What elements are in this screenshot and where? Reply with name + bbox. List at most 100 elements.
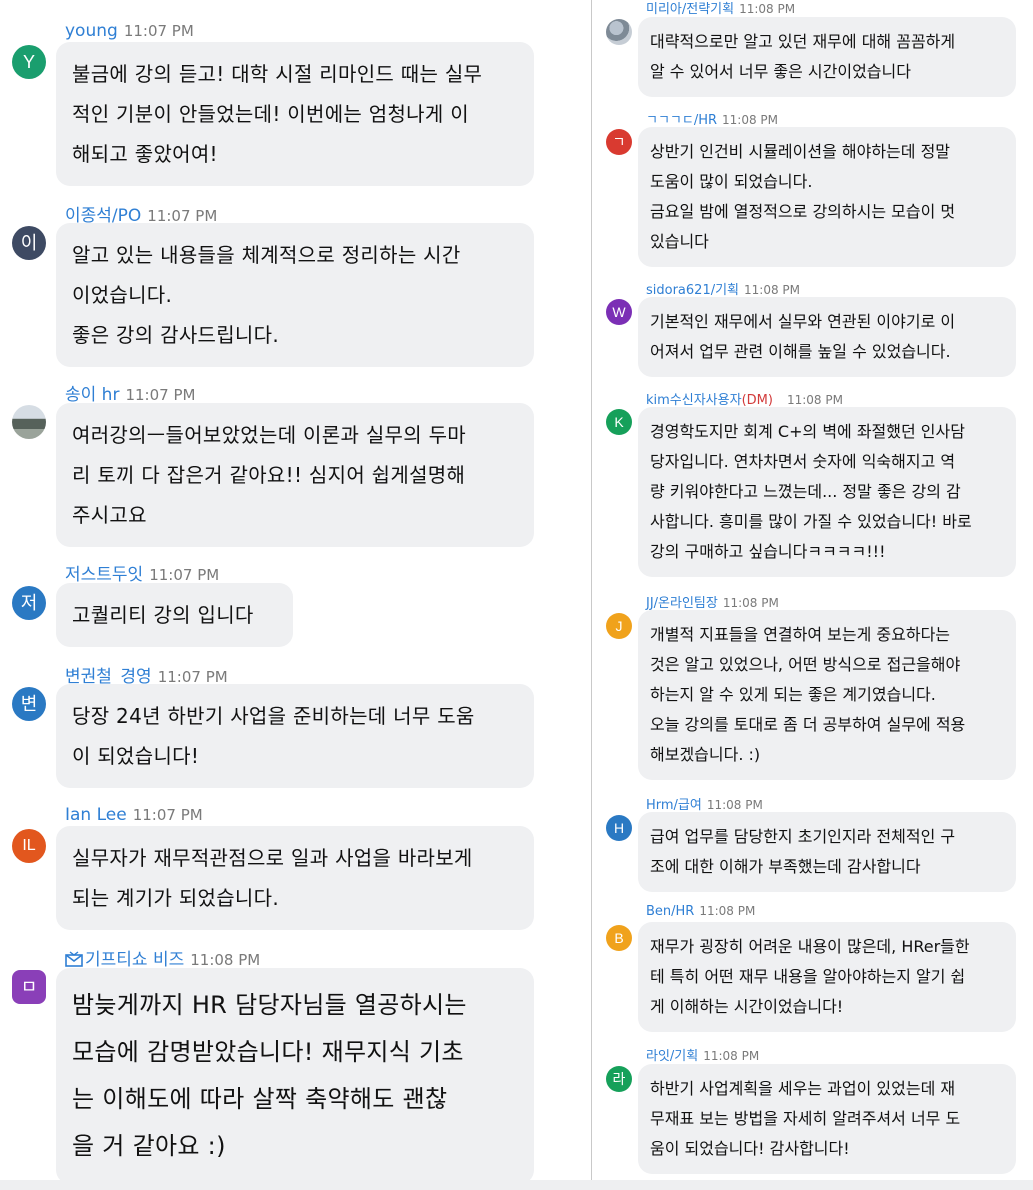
message-header: ㄱㄱㄱㄷ/HR 11:08 PM xyxy=(646,109,778,128)
message-time: 11:08 PM xyxy=(722,596,779,610)
message-bubble: 고퀄리티 강의 입니다 xyxy=(56,583,293,647)
message-bubble: 상반기 인건비 시뮬레이션을 해야하는데 정말 도움이 많이 되었습니다. 금요… xyxy=(638,127,1016,267)
message-time: 11:07 PM xyxy=(149,566,220,584)
user-avatar-photo[interactable] xyxy=(12,405,46,439)
message-header: kim수신자사용자(DM) 11:08 PM xyxy=(646,389,843,408)
message-line: 리 토끼 다 잡은거 같아요!! 심지어 쉽게설명해 xyxy=(72,463,466,487)
message-line: 되는 계기가 되었습니다. xyxy=(72,886,279,910)
message-line: 개별적 지표들을 연결하여 보는게 중요하다는 xyxy=(650,625,951,644)
message-line: 조에 대한 이해가 부족했는데 감사합니다 xyxy=(650,857,921,876)
message-line: 당자입니다. 연차차면서 숫자에 익숙해지고 역 xyxy=(650,452,956,471)
message-bubble: 여러강의ㅡ들어보았었는데 이론과 실무의 두마 리 토끼 다 잡은거 같아요!!… xyxy=(56,403,534,547)
message-line: 어져서 업무 관련 이해를 높일 수 있었습니다. xyxy=(650,342,951,361)
message-time: 11:08 PM xyxy=(190,951,261,969)
message-line: 것은 알고 있었으나, 어떤 방식으로 접근을해야 xyxy=(650,655,961,674)
message-line: 급여 업무를 담당한지 초기인지라 전체적인 구 xyxy=(650,827,956,846)
message-header: Ben/HR 11:08 PM xyxy=(646,904,755,919)
message-line: 경영학도지만 회계 C+의 벽에 좌절했던 인사담 xyxy=(650,422,965,441)
user-avatar[interactable]: 저 xyxy=(12,586,46,620)
message-bubble: 기본적인 재무에서 실무와 연관된 이야기로 이 어져서 업무 관련 이해를 높… xyxy=(638,297,1016,377)
message-line: 좋은 강의 감사드립니다. xyxy=(72,323,279,347)
message-line: 하는지 알 수 있게 되는 좋은 계기였습니다. xyxy=(650,685,936,704)
message-line: 여러강의ㅡ들어보았었는데 이론과 실무의 두마 xyxy=(72,423,466,447)
message-header: 기프티쇼 비즈 11:08 PM xyxy=(65,945,260,970)
chat-column-left: Y young 11:07 PM 불금에 강의 듣고! 대학 시절 리마인드 때는… xyxy=(0,0,590,1190)
message-line: 을 거 같아요 :) xyxy=(72,1132,226,1160)
message-time: 11:08 PM xyxy=(739,2,796,16)
message-line: 하반기 사업계획을 세우는 과업이 있었는데 재 xyxy=(650,1079,956,1098)
user-avatar[interactable]: 라 xyxy=(606,1066,632,1092)
message-line: 테 특히 어떤 재무 내용을 알아야하는지 알기 쉽 xyxy=(650,967,966,986)
user-avatar[interactable]: J xyxy=(606,613,632,639)
sender-name[interactable]: 저스트두잇 xyxy=(65,565,143,585)
message-line: 상반기 인건비 시뮬레이션을 해야하는데 정말 xyxy=(650,142,951,161)
message-line: 금요일 밤에 열정적으로 강의하시는 모습이 멋 xyxy=(650,202,956,221)
column-divider xyxy=(591,0,592,1190)
message-line: 게 이해하는 시간이었습니다! xyxy=(650,997,844,1016)
message-bubble: 실무자가 재무적관점으로 일과 사업을 바라보게 되는 계기가 되었습니다. xyxy=(56,826,534,930)
message-line: 주시고요 xyxy=(72,503,147,527)
message-header: Hrm/급여 11:08 PM xyxy=(646,794,763,813)
message-line: 이었습니다. xyxy=(72,283,173,307)
message-bubble: 알고 있는 내용들을 체계적으로 정리하는 시간 이었습니다. 좋은 강의 감사… xyxy=(56,223,534,367)
message-line: 해되고 좋았어여! xyxy=(72,142,218,166)
sender-name[interactable]: ㄱㄱㄱㄷ/HR xyxy=(646,113,717,128)
message-header: Ian Lee 11:07 PM xyxy=(65,805,203,825)
bottom-strip xyxy=(0,1180,1033,1190)
sender-name[interactable]: kim수신자사용자 xyxy=(646,393,742,408)
message-line: 불금에 강의 듣고! 대학 시절 리마인드 때는 실무 xyxy=(72,62,483,86)
user-avatar[interactable]: W xyxy=(606,299,632,325)
message-header: young 11:07 PM xyxy=(65,21,194,41)
sender-name[interactable]: JJ/온라인팀장 xyxy=(646,596,718,611)
sender-name[interactable]: sidora621/기획 xyxy=(646,283,739,298)
sender-name[interactable]: 송이 hr xyxy=(65,385,119,405)
message-bubble: 밤늦게까지 HR 담당자님들 열공하시는 모습에 감명받았습니다! 재무지식 기… xyxy=(56,968,534,1184)
message-time: 11:08 PM xyxy=(699,904,756,918)
message-line: 당장 24년 하반기 사업을 준비하는데 너무 도움 xyxy=(72,704,475,728)
user-avatar[interactable]: IL xyxy=(12,829,46,863)
user-avatar[interactable]: ㄱ xyxy=(606,129,632,155)
message-line: 재무가 굉장히 어려운 내용이 많은데, HRer들한 xyxy=(650,937,970,956)
user-avatar[interactable]: Y xyxy=(12,45,46,79)
message-time: 11:08 PM xyxy=(786,393,843,407)
user-avatar-photo[interactable] xyxy=(606,19,632,45)
message-line: 강의 구매하고 싶습니다ㅋㅋㅋㅋ!!! xyxy=(650,542,886,561)
message-bubble: 경영학도지만 회계 C+의 벽에 좌절했던 인사담 당자입니다. 연차차면서 숫… xyxy=(638,407,1016,577)
sender-name[interactable]: Ian Lee xyxy=(65,805,127,825)
dm-badge: (DM) xyxy=(741,393,773,408)
message-line: 무재표 보는 방법을 자세히 알려주셔서 너무 도 xyxy=(650,1109,961,1128)
message-line: 움이 되었습니다! 감사합니다! xyxy=(650,1139,850,1158)
sender-name[interactable]: Ben/HR xyxy=(646,904,694,919)
message-line: 기본적인 재무에서 실무와 연관된 이야기로 이 xyxy=(650,312,956,331)
message-header: JJ/온라인팀장 11:08 PM xyxy=(646,592,779,611)
user-avatar[interactable]: K xyxy=(606,409,632,435)
message-line: 알고 있는 내용들을 체계적으로 정리하는 시간 xyxy=(72,243,461,267)
sender-name[interactable]: 미리아/전략기획 xyxy=(646,2,734,17)
message-header: 라잇/기획 11:08 PM xyxy=(646,1045,759,1064)
user-avatar[interactable]: 이 xyxy=(12,226,46,260)
user-avatar[interactable]: ㅁ xyxy=(12,970,46,1004)
message-line: 있습니다 xyxy=(650,232,709,251)
message-line: 알 수 있어서 너무 좋은 시간이었습니다 xyxy=(650,62,911,81)
sender-name[interactable]: 기프티쇼 비즈 xyxy=(85,950,184,970)
message-time: 11:08 PM xyxy=(706,798,763,812)
message-line: 대략적으로만 알고 있던 재무에 대해 꼼꼼하게 xyxy=(650,32,956,51)
message-bubble: 재무가 굉장히 어려운 내용이 많은데, HRer들한 테 특히 어떤 재무 내… xyxy=(638,922,1016,1032)
message-bubble: 급여 업무를 담당한지 초기인지라 전체적인 구 조에 대한 이해가 부족했는데… xyxy=(638,812,1016,892)
user-avatar[interactable]: H xyxy=(606,815,632,841)
message-line: 해보겠습니다. :) xyxy=(650,745,761,764)
message-bubble: 대략적으로만 알고 있던 재무에 대해 꼼꼼하게 알 수 있어서 너무 좋은 시… xyxy=(638,17,1016,97)
message-line: 량 키워야한다고 느꼈는데... 정말 좋은 강의 감 xyxy=(650,482,961,501)
message-bubble: 당장 24년 하반기 사업을 준비하는데 너무 도움 이 되었습니다! xyxy=(56,684,534,788)
user-avatar[interactable]: 변 xyxy=(12,687,46,721)
message-line: 모습에 감명받았습니다! 재무지식 기초 xyxy=(72,1038,464,1066)
message-line: 실무자가 재무적관점으로 일과 사업을 바라보게 xyxy=(72,846,473,870)
sender-name[interactable]: young xyxy=(65,21,118,41)
user-avatar[interactable]: B xyxy=(606,925,632,951)
message-line: 고퀄리티 강의 입니다 xyxy=(72,603,254,627)
message-line: 밤늦게까지 HR 담당자님들 열공하시는 xyxy=(72,991,467,1019)
sender-name[interactable]: 라잇/기획 xyxy=(646,1049,698,1064)
chat-column-right: 미리아/전략기획 11:08 PM 대략적으로만 알고 있던 재무에 대해 꼼꼼하… xyxy=(594,0,1033,1190)
sender-name[interactable]: Hrm/급여 xyxy=(646,798,702,813)
message-time: 11:07 PM xyxy=(125,386,196,404)
